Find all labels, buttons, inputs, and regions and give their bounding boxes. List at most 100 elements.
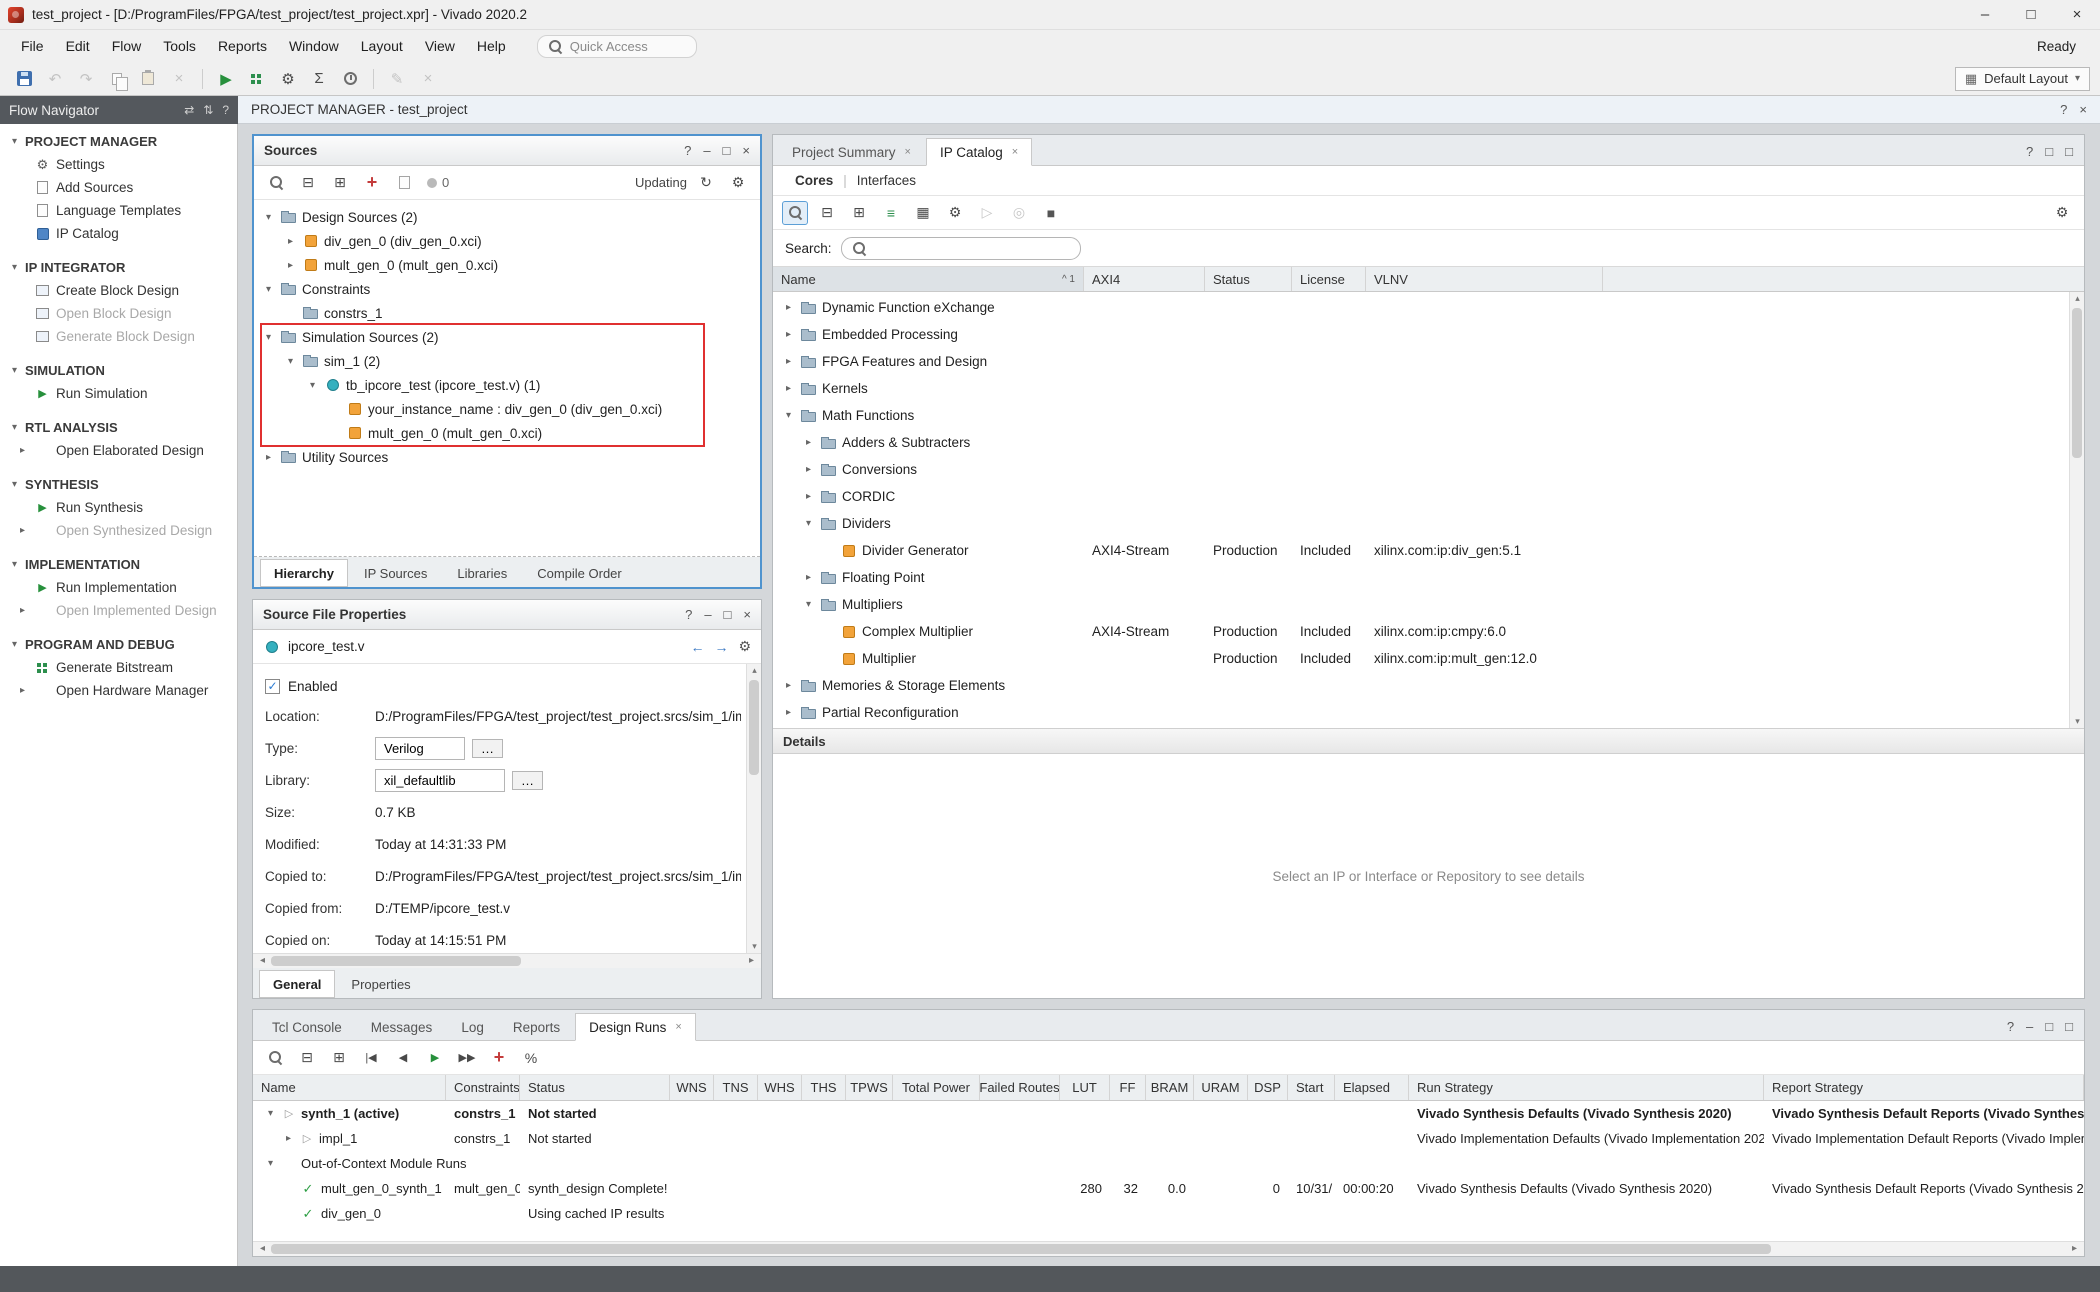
ip-vertical-scrollbar[interactable]: ▴ ▾ [2069, 292, 2084, 728]
ip-block-button[interactable]: ■ [1038, 201, 1064, 225]
menu-help[interactable]: Help [466, 33, 517, 59]
flow-item-create-block-design[interactable]: Create Block Design [0, 279, 237, 302]
ip-row-complex-multiplier[interactable]: Complex MultiplierAXI4-StreamProductionI… [773, 618, 2084, 645]
float-icon[interactable]: □ [723, 143, 731, 158]
minimize-button[interactable]: – [1962, 0, 2008, 29]
browse-button[interactable]: … [512, 771, 543, 790]
close-icon[interactable]: × [2079, 102, 2087, 117]
flow-item-open-synthesized-design[interactable]: ▸Open Synthesized Design [0, 519, 237, 542]
save-button[interactable] [10, 66, 38, 92]
reset-runs-button[interactable]: |◀ [358, 1046, 384, 1070]
browse-button[interactable]: … [472, 739, 503, 758]
close-tab-icon[interactable]: × [905, 146, 911, 158]
ip-row-adders-subtracters[interactable]: ▸Adders & Subtracters [773, 429, 2084, 456]
quick-access-search[interactable]: Quick Access [537, 35, 697, 58]
column-header-dsp[interactable]: DSP [1248, 1075, 1288, 1100]
ip-row-multipliers[interactable]: ▾Multipliers [773, 591, 2084, 618]
column-header-tpws[interactable]: TPWS [846, 1075, 893, 1100]
tab-tcl-console[interactable]: Tcl Console [258, 1013, 356, 1041]
ip-row-dividers[interactable]: ▾Dividers [773, 510, 2084, 537]
collapse-all-button[interactable]: ⊟ [294, 1046, 320, 1070]
source-tree-item-sim-1-2[interactable]: ▾sim_1 (2) [254, 349, 760, 373]
tab-properties[interactable]: Properties [337, 970, 424, 998]
tab-project-summary[interactable]: Project Summary× [778, 138, 925, 166]
expander-open-icon[interactable]: ▾ [262, 212, 275, 223]
source-tree-item-div-gen-0-div-gen-0-xci[interactable]: ▸div_gen_0 (div_gen_0.xci) [254, 229, 760, 253]
source-tree-item-utility-sources[interactable]: ▸Utility Sources [254, 445, 760, 469]
help-icon[interactable]: ? [685, 607, 692, 622]
scrollbar-thumb[interactable] [271, 956, 521, 966]
column-header-axi4[interactable]: AXI4 [1084, 267, 1205, 291]
create-runs-button[interactable]: + [486, 1046, 512, 1070]
ip-row-divider-generator[interactable]: Divider GeneratorAXI4-StreamProductionIn… [773, 537, 2084, 564]
column-header-elapsed[interactable]: Elapsed [1335, 1075, 1409, 1100]
ip-search-input[interactable] [874, 241, 1070, 256]
scroll-down-icon[interactable]: ▾ [747, 941, 761, 952]
expand-all-button[interactable]: ⊞ [327, 171, 353, 195]
collapse-all-button[interactable]: ⊟ [295, 171, 321, 195]
close-tab-icon[interactable]: × [1012, 146, 1018, 158]
help-icon[interactable]: ? [2007, 1019, 2014, 1034]
source-tree-item-mult-gen-0-mult-gen-0-xci[interactable]: mult_gen_0 (mult_gen_0.xci) [254, 421, 760, 445]
expander-closed-icon[interactable]: ▸ [802, 491, 815, 502]
edit-button[interactable]: ✎ [383, 66, 411, 92]
ip-row-partial-reconfiguration[interactable]: ▸Partial Reconfiguration [773, 699, 2084, 726]
ip-row-kernels[interactable]: ▸Kernels [773, 375, 2084, 402]
menu-layout[interactable]: Layout [350, 33, 414, 59]
tab-general[interactable]: General [259, 970, 335, 998]
scrollbar-thumb[interactable] [271, 1244, 1771, 1254]
collapse-all-button[interactable]: ⊟ [814, 201, 840, 225]
flow-section-header-synthesis[interactable]: ▾SYNTHESIS [0, 473, 237, 496]
help-icon[interactable]: ? [2060, 102, 2067, 117]
expander-closed-icon[interactable]: ▸ [262, 452, 275, 463]
maximize-icon[interactable]: □ [2065, 144, 2073, 159]
tab-compile-order[interactable]: Compile Order [523, 559, 636, 587]
run-row-out-of-context-module-runs[interactable]: ▾Out-of-Context Module Runs [253, 1151, 2084, 1176]
scroll-left-icon[interactable]: ◂ [255, 1243, 270, 1254]
source-tree-item-simulation-sources-2[interactable]: ▾Simulation Sources (2) [254, 325, 760, 349]
expander-closed-icon[interactable]: ▸ [782, 356, 795, 367]
source-tree-item-your-instance-name-div-gen-0-div-gen-0-xci[interactable]: your_instance_name : div_gen_0 (div_gen_… [254, 397, 760, 421]
flow-section-header-rtl-analysis[interactable]: ▾RTL ANALYSIS [0, 416, 237, 439]
tab-log[interactable]: Log [447, 1013, 498, 1041]
close-icon[interactable]: × [743, 607, 751, 622]
expander-open-icon[interactable]: ▾ [802, 518, 815, 529]
run-row-mult-gen-0-synth-1[interactable]: ✓mult_gen_0_synth_1mult_gen_0synth_desig… [253, 1176, 2084, 1201]
maximize-icon[interactable]: □ [2065, 1019, 2073, 1034]
flow-item-run-synthesis[interactable]: ▶Run Synthesis [0, 496, 237, 519]
delete-button[interactable]: × [165, 66, 193, 92]
flow-section-header-simulation[interactable]: ▾SIMULATION [0, 359, 237, 382]
panel-settings-button[interactable]: ⚙ [2049, 201, 2075, 225]
expander-closed-icon[interactable]: ▸ [782, 680, 795, 691]
flow-item-run-implementation[interactable]: ▶Run Implementation [0, 576, 237, 599]
redo-button[interactable]: ↷ [72, 66, 100, 92]
ip-row-dynamic-function-exchange[interactable]: ▸Dynamic Function eXchange [773, 294, 2084, 321]
tab-libraries[interactable]: Libraries [443, 559, 521, 587]
tab-hierarchy[interactable]: Hierarchy [260, 559, 348, 587]
hierarchy-view-button[interactable]: ≡ [878, 201, 904, 225]
expander-closed-icon[interactable]: ▸ [782, 302, 795, 313]
expander-closed-icon[interactable]: ▸ [802, 437, 815, 448]
menu-window[interactable]: Window [278, 33, 350, 59]
menu-file[interactable]: File [10, 33, 55, 59]
column-header-failed-routes[interactable]: Failed Routes [980, 1075, 1060, 1100]
percent-button[interactable]: % [518, 1046, 544, 1070]
undo-button[interactable]: ↶ [41, 66, 69, 92]
ip-row-fpga-features-and-design[interactable]: ▸FPGA Features and Design [773, 348, 2084, 375]
flow-section-header-ip-integrator[interactable]: ▾IP INTEGRATOR [0, 256, 237, 279]
help-icon[interactable]: ? [222, 103, 229, 117]
column-header-uram[interactable]: URAM [1194, 1075, 1248, 1100]
properties-horizontal-scrollbar[interactable]: ◂ ▸ [253, 953, 761, 968]
menu-flow[interactable]: Flow [101, 33, 153, 59]
column-header-name[interactable]: Name [253, 1075, 446, 1100]
scroll-left-icon[interactable]: ◂ [255, 955, 270, 966]
expander-closed-icon[interactable]: ▸ [782, 707, 795, 718]
design-runs-horizontal-scrollbar[interactable]: ◂ ▸ [253, 1241, 2084, 1256]
scroll-up-icon[interactable]: ▴ [2070, 293, 2084, 304]
search-button[interactable] [262, 1046, 288, 1070]
flow-item-open-block-design[interactable]: Open Block Design [0, 302, 237, 325]
help-icon[interactable]: ? [2026, 144, 2033, 159]
column-header-total-power[interactable]: Total Power [893, 1075, 980, 1100]
paste-button[interactable] [134, 66, 162, 92]
flow-item-add-sources[interactable]: Add Sources [0, 176, 237, 199]
